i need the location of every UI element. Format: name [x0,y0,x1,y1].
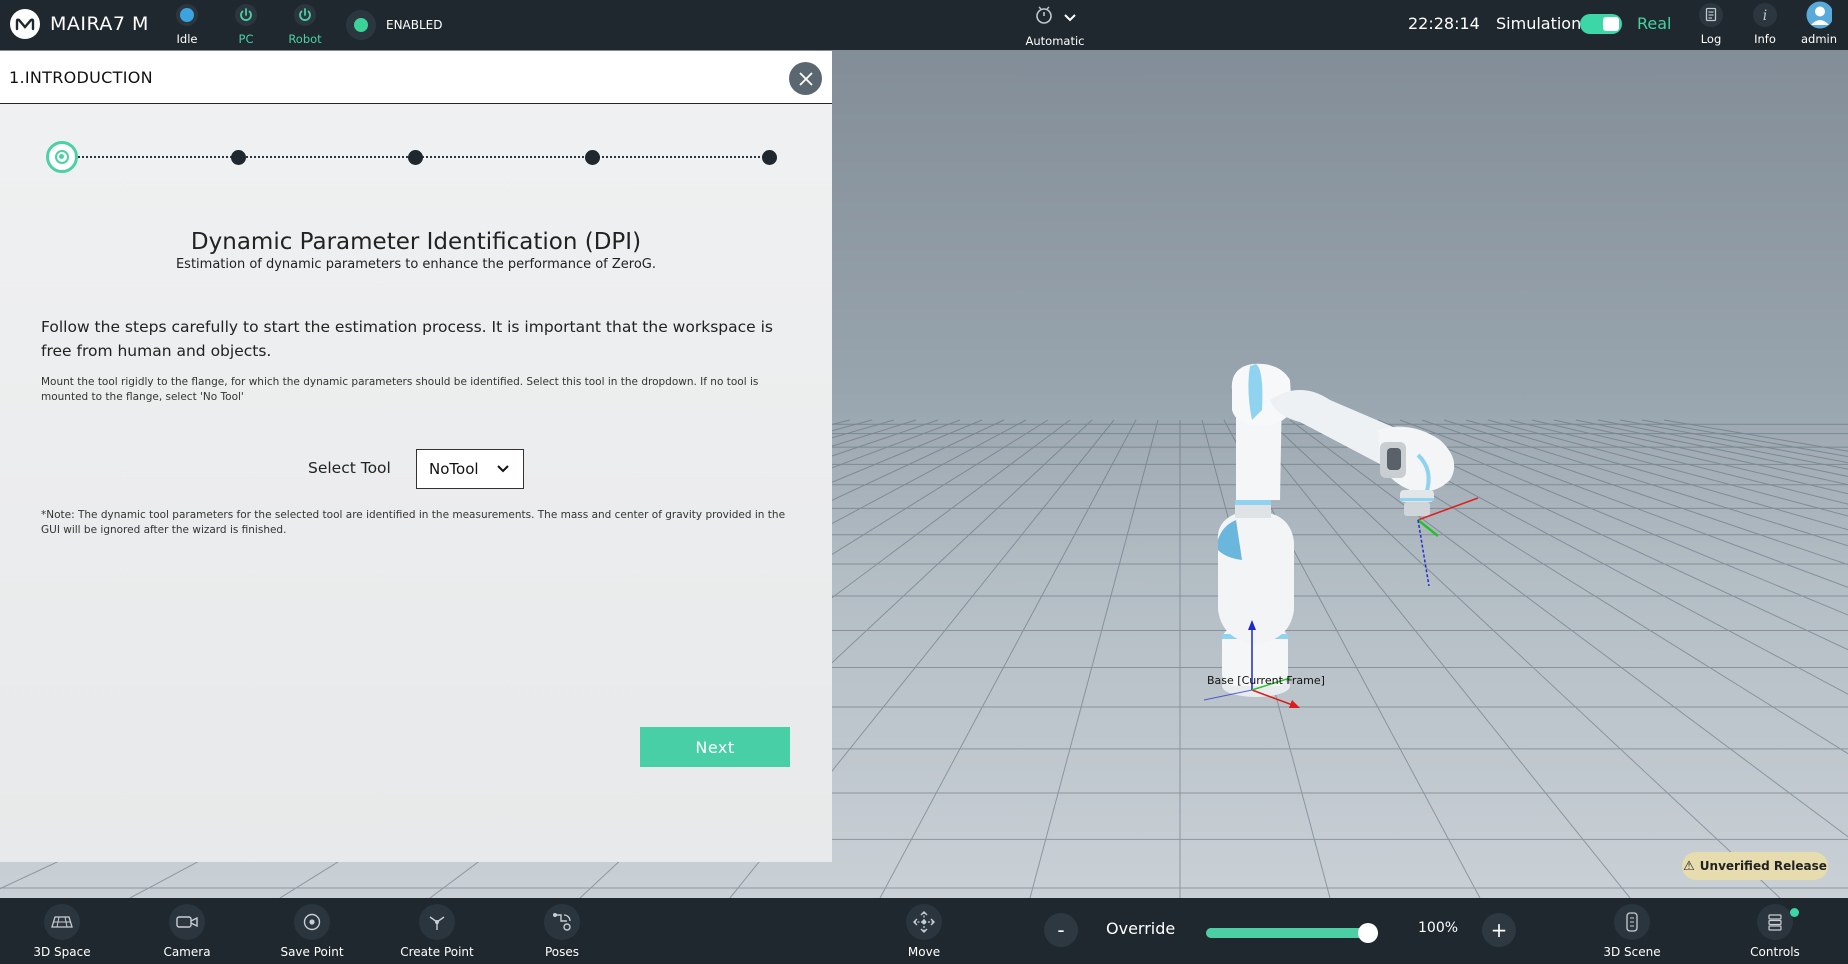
3d-scene-icon [1614,904,1650,940]
dialog-header: 1.INTRODUCTION [0,51,832,104]
controls-icon [1757,904,1793,940]
status-pc[interactable]: PC [216,2,276,46]
tool-dropdown[interactable]: NoTool [416,449,524,489]
status-idle-label: Idle [176,32,198,46]
status-robot-label: Robot [288,32,322,46]
step-5[interactable] [762,150,777,165]
create-point-button[interactable]: Create Point [387,904,487,959]
pc-power-icon [233,2,259,28]
override-slider[interactable] [1206,923,1378,943]
move-icon [906,904,942,940]
log-label: Log [1700,32,1722,46]
next-button[interactable]: Next [640,727,790,767]
user-icon [1806,1,1832,29]
robot-model-name: MAIRA7 M [50,13,149,35]
info-label: Info [1754,32,1776,46]
log-button[interactable]: Log [1681,2,1741,46]
chevron-down-icon[interactable] [1063,8,1077,27]
svg-text:i: i [1763,8,1767,24]
info-button[interactable]: i Info [1735,2,1795,46]
3d-space-button[interactable]: 3D Space [12,904,112,959]
poses-label: Poses [544,945,580,959]
step-1[interactable] [46,141,78,173]
status-robot[interactable]: Robot [275,2,335,46]
controls-label: Controls [1750,945,1800,959]
dialog-subheading: Estimation of dynamic parameters to enha… [175,257,657,272]
simulation-real-toggle[interactable] [1580,14,1622,34]
enabled-indicator-icon [346,10,376,40]
bottom-bar: 3D Space Camera Save Point Create Point … [0,898,1848,964]
save-point-label: Save Point [280,945,344,959]
user-button[interactable]: admin [1789,1,1848,46]
step-3[interactable] [408,150,423,165]
robot-power-icon [292,2,318,28]
3d-space-icon [44,904,80,940]
status-pc-label: PC [238,32,254,46]
status-idle[interactable]: Idle [157,2,217,46]
override-label: Override [1106,919,1176,938]
dpi-wizard-dialog: 1.INTRODUCTION Dynamic Parameter Identif… [0,51,832,862]
note-text: *Note: The dynamic tool parameters for t… [41,509,786,536]
unverified-release-badge: ⚠ Unverified Release [1682,852,1828,880]
select-tool-label: Select Tool [308,459,391,477]
real-label: Real [1637,14,1672,33]
clock: 22:28:14 [1408,14,1480,33]
idle-status-icon [174,2,200,28]
tool-dropdown-value: NoTool [429,460,479,478]
camera-label: Camera [163,945,211,959]
lead-text: Follow the steps carefully to start the … [41,318,773,360]
maira-logo-icon [10,9,40,39]
3d-scene-label: 3D Scene [1603,945,1661,959]
controls-button[interactable]: Controls [1725,904,1825,959]
wizard-stepper [44,137,784,177]
save-point-icon [294,904,330,940]
dialog-title: 1.INTRODUCTION [9,68,153,87]
override-value: 100% [1418,920,1459,936]
brand: MAIRA7 M [10,9,149,39]
poses-button[interactable]: Poses [512,904,612,959]
operation-mode-selector[interactable]: Automatic [1020,2,1090,48]
move-button[interactable]: Move [874,904,974,959]
log-icon [1698,2,1724,28]
warning-icon: ⚠ [1683,858,1695,874]
robot-model [1217,363,1455,697]
camera-button[interactable]: Camera [137,904,237,959]
info-icon: i [1752,2,1778,28]
override-increase-button[interactable]: + [1482,913,1516,947]
override-decrease-button[interactable]: - [1044,913,1078,947]
instruction-text: Mount the tool rigidly to the flange, fo… [41,376,759,403]
move-label: Move [907,945,941,959]
simulation-label: Simulation [1496,14,1582,33]
3d-scene-button[interactable]: 3D Scene [1582,904,1682,959]
enabled-label: ENABLED [386,18,443,32]
chevron-down-icon [496,461,510,481]
close-button[interactable] [789,62,822,95]
mode-label: Automatic [1025,34,1085,48]
override-slider-fill [1206,928,1378,938]
close-icon [798,71,813,86]
automatic-mode-icon [1033,4,1055,30]
enabled-status[interactable]: ENABLED [346,10,443,40]
3d-space-label: 3D Space [33,945,91,959]
base-frame-label: Base [Current Frame] [1207,674,1325,687]
step-2[interactable] [231,150,246,165]
top-bar: MAIRA7 M Idle PC Robot ENABLED Automatic… [0,0,1848,50]
create-point-label: Create Point [400,945,474,959]
user-label: admin [1800,32,1838,46]
override-slider-thumb[interactable] [1358,923,1378,943]
controls-notification-dot [1790,908,1799,917]
step-4[interactable] [585,150,600,165]
unverified-release-label: Unverified Release [1699,859,1827,873]
save-point-button[interactable]: Save Point [262,904,362,959]
camera-icon [169,904,205,940]
create-point-icon [419,904,455,940]
dialog-heading: Dynamic Parameter Identification (DPI) [190,229,642,255]
poses-icon [544,904,580,940]
